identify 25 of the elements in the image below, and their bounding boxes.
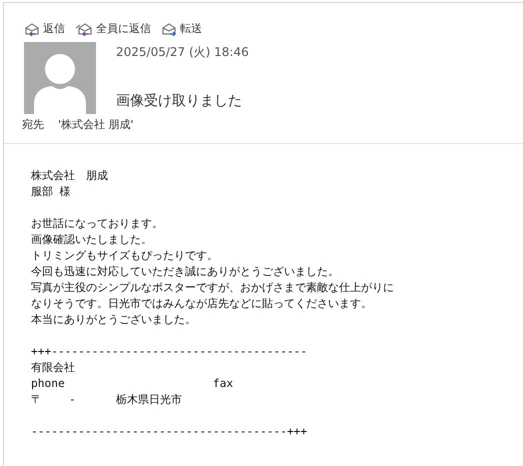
reply-icon (24, 22, 40, 36)
reply-all-icon (75, 22, 93, 36)
body-text-line: 〒 - 栃木県日光市 (31, 392, 184, 408)
body-text-line: phone fax (31, 376, 234, 392)
avatar-silhouette (24, 42, 96, 114)
body-text-line: トリミングもサイズもぴったりです。 (31, 248, 219, 264)
recipient: '株式会社 朋成' (58, 117, 134, 132)
body-text-line: お世話になっております。 (31, 216, 164, 232)
body-text-line: 写真が主役のシンプルなポスターですが、おかげさまで素敵な仕上がりに (31, 280, 395, 296)
body-text-line: 服部 様 (31, 184, 72, 200)
body-text-line: 画像確認いたしました。 (31, 232, 153, 248)
message-subject: 画像受け取りました (116, 92, 243, 110)
body-text-line: 本当にありがとうございました。 (31, 312, 197, 328)
body-text-line: 株式会社 朋成 (31, 168, 109, 184)
reply-all-button[interactable]: 全員に返信 (75, 21, 151, 36)
forward-button[interactable]: 転送 (161, 21, 202, 36)
forward-icon (161, 22, 177, 36)
sent-date: 2025/05/27 (火) 18:46 (116, 44, 249, 61)
body-text-line: 今回も迅速に対応していただき誠にありがとうございました。 (31, 264, 340, 280)
to-label: 宛先 (22, 117, 44, 132)
body-text-line: --------------------------------------+++ (31, 424, 308, 440)
body-text-line: 有限会社 (31, 360, 76, 376)
body-text-line: なりそうです。日光市ではみんなが店先などに貼ってくださいます。 (31, 296, 373, 312)
reply-button[interactable]: 返信 (24, 21, 65, 36)
body-text-line: +++-------------------------------------- (31, 344, 308, 360)
